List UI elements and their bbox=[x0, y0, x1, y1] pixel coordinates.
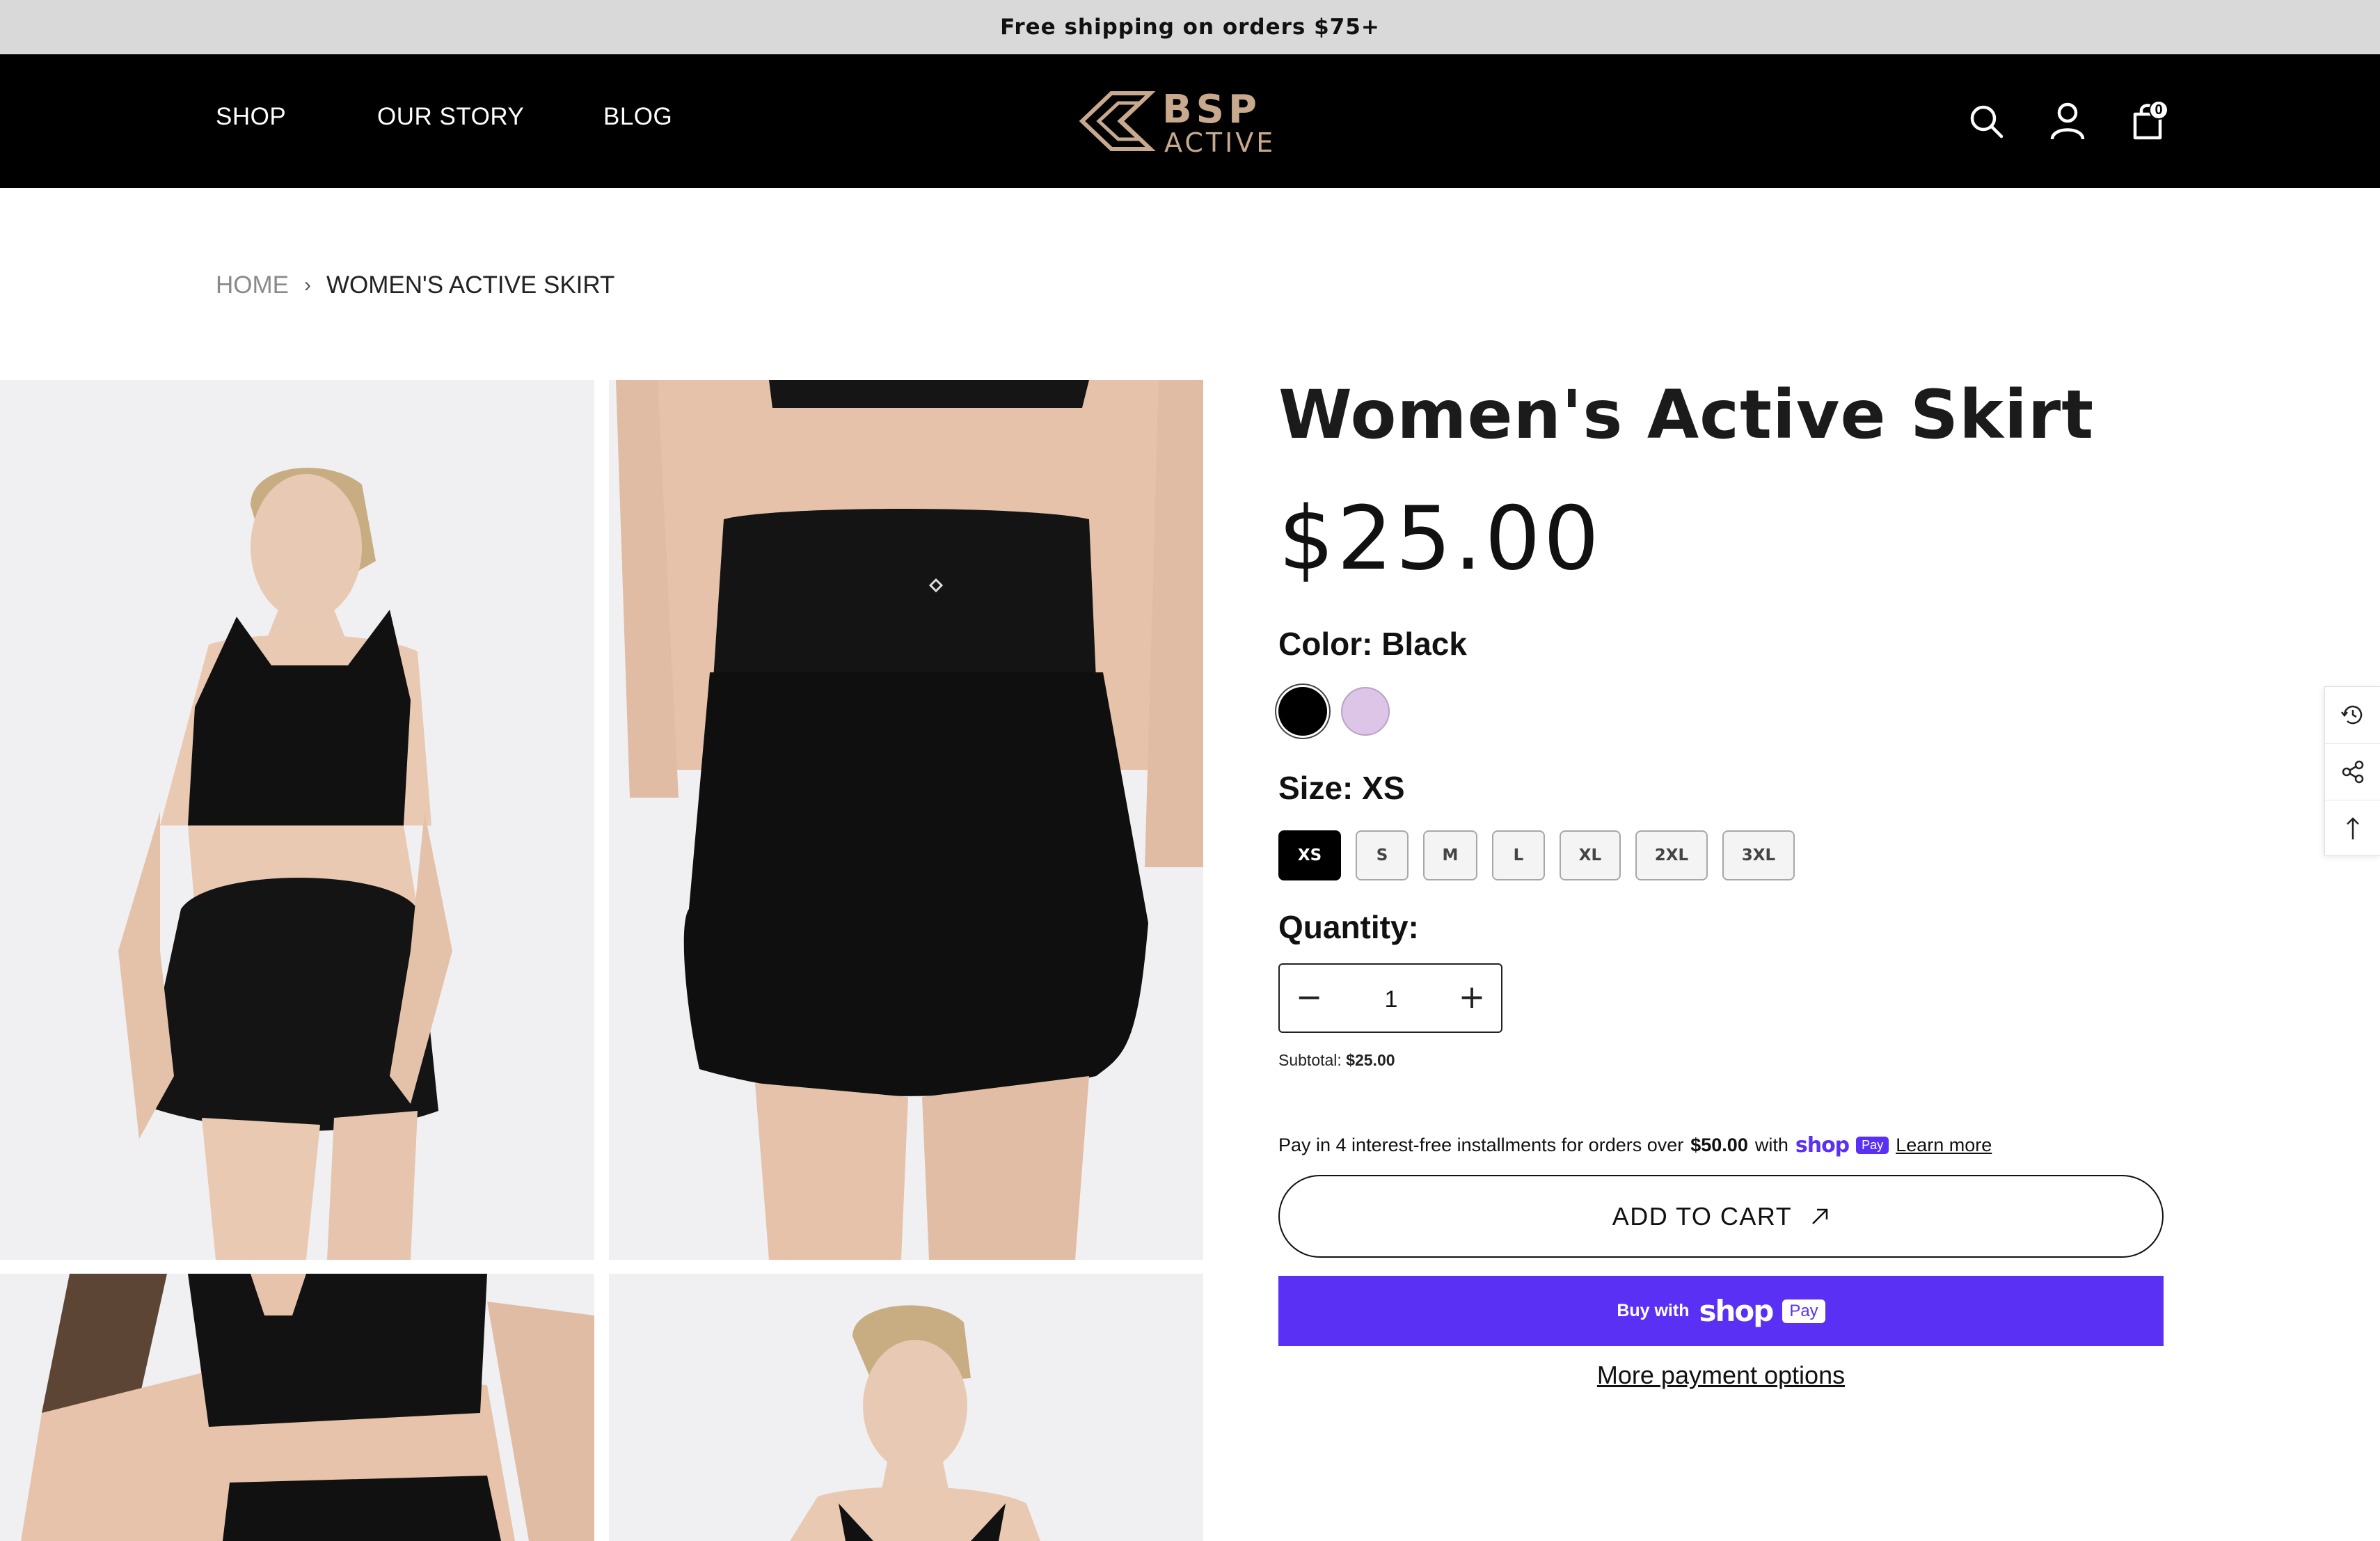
cart-icon[interactable]: 0 bbox=[2123, 96, 2173, 146]
breadcrumb-home[interactable]: HOME bbox=[216, 271, 289, 299]
logo-text-bottom: ACTIVE bbox=[1164, 127, 1276, 158]
installments-banner: Pay in 4 interest-free installments for … bbox=[1278, 1133, 1992, 1157]
learn-more-link[interactable]: Learn more bbox=[1896, 1135, 1992, 1156]
side-toolbar bbox=[2324, 686, 2380, 856]
nav-blog[interactable]: BLOG bbox=[603, 103, 672, 131]
product-image-alt[interactable] bbox=[609, 1274, 1203, 1541]
size-m[interactable]: M bbox=[1423, 830, 1477, 880]
size-l[interactable]: L bbox=[1492, 830, 1545, 880]
logo-mark-icon: BSP ACTIVE bbox=[1079, 87, 1276, 158]
shop-pay-pill: Pay bbox=[1782, 1299, 1825, 1323]
announcement-text: Free shipping on orders $75+ bbox=[1000, 15, 1380, 40]
add-to-cart-label: ADD TO CART bbox=[1612, 1201, 1793, 1231]
subtotal-value: $25.00 bbox=[1346, 1051, 1395, 1069]
brand-logo[interactable]: BSP ACTIVE bbox=[1075, 82, 1305, 160]
recently-viewed-icon[interactable] bbox=[2325, 687, 2380, 743]
shop-pay-badge: Pay bbox=[1856, 1137, 1889, 1154]
nav-our-story[interactable]: OUR STORY bbox=[377, 103, 524, 131]
color-swatch-black[interactable] bbox=[1278, 687, 1327, 736]
product-price: $25.00 bbox=[1278, 487, 1602, 590]
buy-with-shop-pay-button[interactable]: Buy with shop Pay bbox=[1278, 1276, 2164, 1346]
size-3xl[interactable]: 3XL bbox=[1722, 830, 1795, 880]
shop-pay-logo: shop bbox=[1795, 1133, 1850, 1157]
search-icon[interactable] bbox=[1961, 96, 2011, 146]
account-icon[interactable] bbox=[2042, 96, 2093, 146]
quantity-plus-button[interactable]: + bbox=[1451, 977, 1493, 1019]
announcement-bar: Free shipping on orders $75+ bbox=[0, 0, 2380, 54]
quantity-minus-button[interactable]: − bbox=[1288, 977, 1330, 1019]
installments-with: with bbox=[1754, 1135, 1788, 1155]
product-title: Women's Active Skirt bbox=[1278, 376, 2095, 454]
cart-count-badge: 0 bbox=[2149, 100, 2168, 120]
arrow-up-right-icon bbox=[1812, 1208, 1828, 1224]
quantity-input[interactable] bbox=[1342, 979, 1440, 1020]
size-xs[interactable]: XS bbox=[1278, 830, 1341, 880]
more-payment-options-link[interactable]: More payment options bbox=[1278, 1361, 2164, 1390]
product-image-side[interactable] bbox=[0, 1274, 594, 1541]
color-label: Color: Black bbox=[1278, 626, 1467, 662]
quantity-stepper: − + bbox=[1278, 963, 1502, 1033]
nav-shop[interactable]: SHOP bbox=[216, 103, 286, 131]
logo-text-top: BSP bbox=[1162, 87, 1261, 132]
breadcrumb: HOME › WOMEN'S ACTIVE SKIRT bbox=[216, 271, 614, 299]
size-options: XS S M L XL 2XL 3XL bbox=[1278, 830, 1795, 880]
site-header: SHOP OUR STORY BLOG BSP ACTIVE 0 bbox=[0, 54, 2380, 188]
subtotal: Subtotal: $25.00 bbox=[1278, 1051, 1395, 1070]
color-swatch-lavender[interactable] bbox=[1341, 687, 1390, 736]
subtotal-label: Subtotal: bbox=[1278, 1051, 1342, 1069]
shop-pay-wordmark: shop bbox=[1699, 1294, 1774, 1328]
installments-amount: $50.00 bbox=[1690, 1135, 1748, 1155]
product-image-back[interactable] bbox=[609, 380, 1203, 1260]
size-s[interactable]: S bbox=[1356, 830, 1409, 880]
quantity-label: Quantity: bbox=[1278, 909, 1419, 945]
size-xl[interactable]: XL bbox=[1560, 830, 1621, 880]
product-image-front[interactable] bbox=[0, 380, 594, 1260]
installments-text: Pay in 4 interest-free installments for … bbox=[1278, 1135, 1684, 1155]
add-to-cart-button[interactable]: ADD TO CART bbox=[1278, 1175, 2164, 1258]
size-2xl[interactable]: 2XL bbox=[1635, 830, 1708, 880]
size-label: Size: XS bbox=[1278, 770, 1405, 806]
back-to-top-icon[interactable] bbox=[2325, 800, 2380, 855]
share-icon[interactable] bbox=[2325, 743, 2380, 799]
chevron-right-icon: › bbox=[304, 274, 311, 297]
buy-with-label: Buy with bbox=[1617, 1301, 1690, 1320]
breadcrumb-current: WOMEN'S ACTIVE SKIRT bbox=[326, 271, 615, 299]
